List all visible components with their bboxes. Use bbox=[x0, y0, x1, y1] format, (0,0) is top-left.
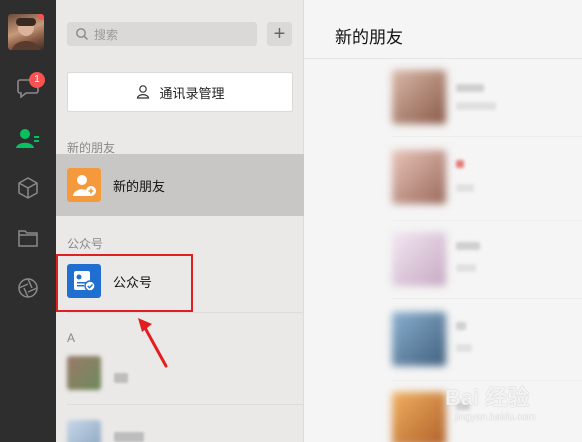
contacts-manage-label: 通讯录管理 bbox=[159, 85, 225, 101]
folder-icon bbox=[18, 230, 38, 247]
friend-request-message-blurred bbox=[456, 264, 476, 272]
cube-icon bbox=[18, 177, 38, 199]
baidu-watermark: Bai 经验 jingyan.baidu.com bbox=[445, 380, 577, 432]
friend-separator bbox=[392, 136, 582, 137]
contact-divider bbox=[67, 404, 304, 405]
content-area: 新的朋友 bbox=[304, 0, 582, 442]
search-box[interactable]: 搜索 bbox=[67, 22, 257, 46]
contact-name-blurred bbox=[114, 432, 144, 442]
friend-separator bbox=[392, 220, 582, 221]
avatar-image bbox=[12, 18, 40, 50]
official-accounts-label: 公众号 bbox=[113, 274, 153, 290]
person-icon bbox=[137, 85, 150, 99]
friend-request-avatar[interactable] bbox=[392, 312, 446, 366]
friend-request-name-blurred bbox=[456, 84, 484, 92]
friend-request-name-blurred bbox=[456, 242, 480, 250]
miniprogram-tab[interactable] bbox=[0, 168, 56, 208]
page-title: 新的朋友 bbox=[335, 28, 403, 47]
moments-tab[interactable] bbox=[0, 268, 56, 308]
contacts-panel: 搜索 + 通讯录管理 新的朋友 新的朋友 公众号 公众号 A bbox=[56, 0, 304, 442]
friend-request-avatar[interactable] bbox=[392, 232, 446, 286]
contacts-manage-button[interactable]: 通讯录管理 bbox=[67, 72, 293, 112]
new-friend-icon bbox=[67, 168, 101, 202]
friend-request-message-blurred bbox=[456, 344, 472, 352]
contact-avatar[interactable] bbox=[67, 420, 101, 442]
friend-separator bbox=[392, 298, 582, 299]
title-divider bbox=[304, 58, 582, 59]
watermark-sub-text: jingyan.baidu.com bbox=[455, 412, 536, 423]
unread-badge: 1 bbox=[29, 72, 45, 88]
add-button[interactable]: + bbox=[267, 22, 292, 46]
watermark-main-text: Bai 经验 bbox=[445, 385, 530, 410]
moments-icon bbox=[18, 278, 38, 298]
contacts-tab[interactable] bbox=[0, 118, 56, 158]
friend-request-avatar[interactable] bbox=[392, 392, 446, 442]
friend-request-avatar[interactable] bbox=[392, 150, 446, 204]
search-icon bbox=[76, 28, 88, 40]
user-avatar[interactable] bbox=[8, 14, 44, 50]
contact-name-blurred bbox=[114, 373, 128, 383]
official-account-icon bbox=[67, 264, 101, 298]
left-nav-rail: 1 bbox=[0, 0, 56, 442]
chat-tab[interactable]: 1 bbox=[0, 68, 56, 108]
avatar-status-dot bbox=[38, 14, 44, 20]
search-placeholder: 搜索 bbox=[94, 27, 119, 42]
official-accounts-item[interactable]: 公众号 bbox=[56, 250, 304, 312]
new-friends-item[interactable]: 新的朋友 bbox=[56, 154, 304, 216]
new-friends-label: 新的朋友 bbox=[113, 178, 166, 194]
section-divider bbox=[67, 312, 304, 313]
friend-request-message-blurred bbox=[456, 184, 474, 192]
annotation-arrow-icon bbox=[138, 318, 168, 368]
contacts-icon bbox=[16, 129, 39, 148]
friend-request-name-blurred bbox=[456, 160, 464, 168]
friend-request-avatar[interactable] bbox=[392, 70, 446, 124]
section-title-a: A bbox=[67, 331, 76, 345]
friend-request-name-blurred bbox=[456, 322, 466, 330]
contact-avatar[interactable] bbox=[67, 356, 101, 390]
friend-request-message-blurred bbox=[456, 102, 496, 110]
files-tab[interactable] bbox=[0, 218, 56, 258]
